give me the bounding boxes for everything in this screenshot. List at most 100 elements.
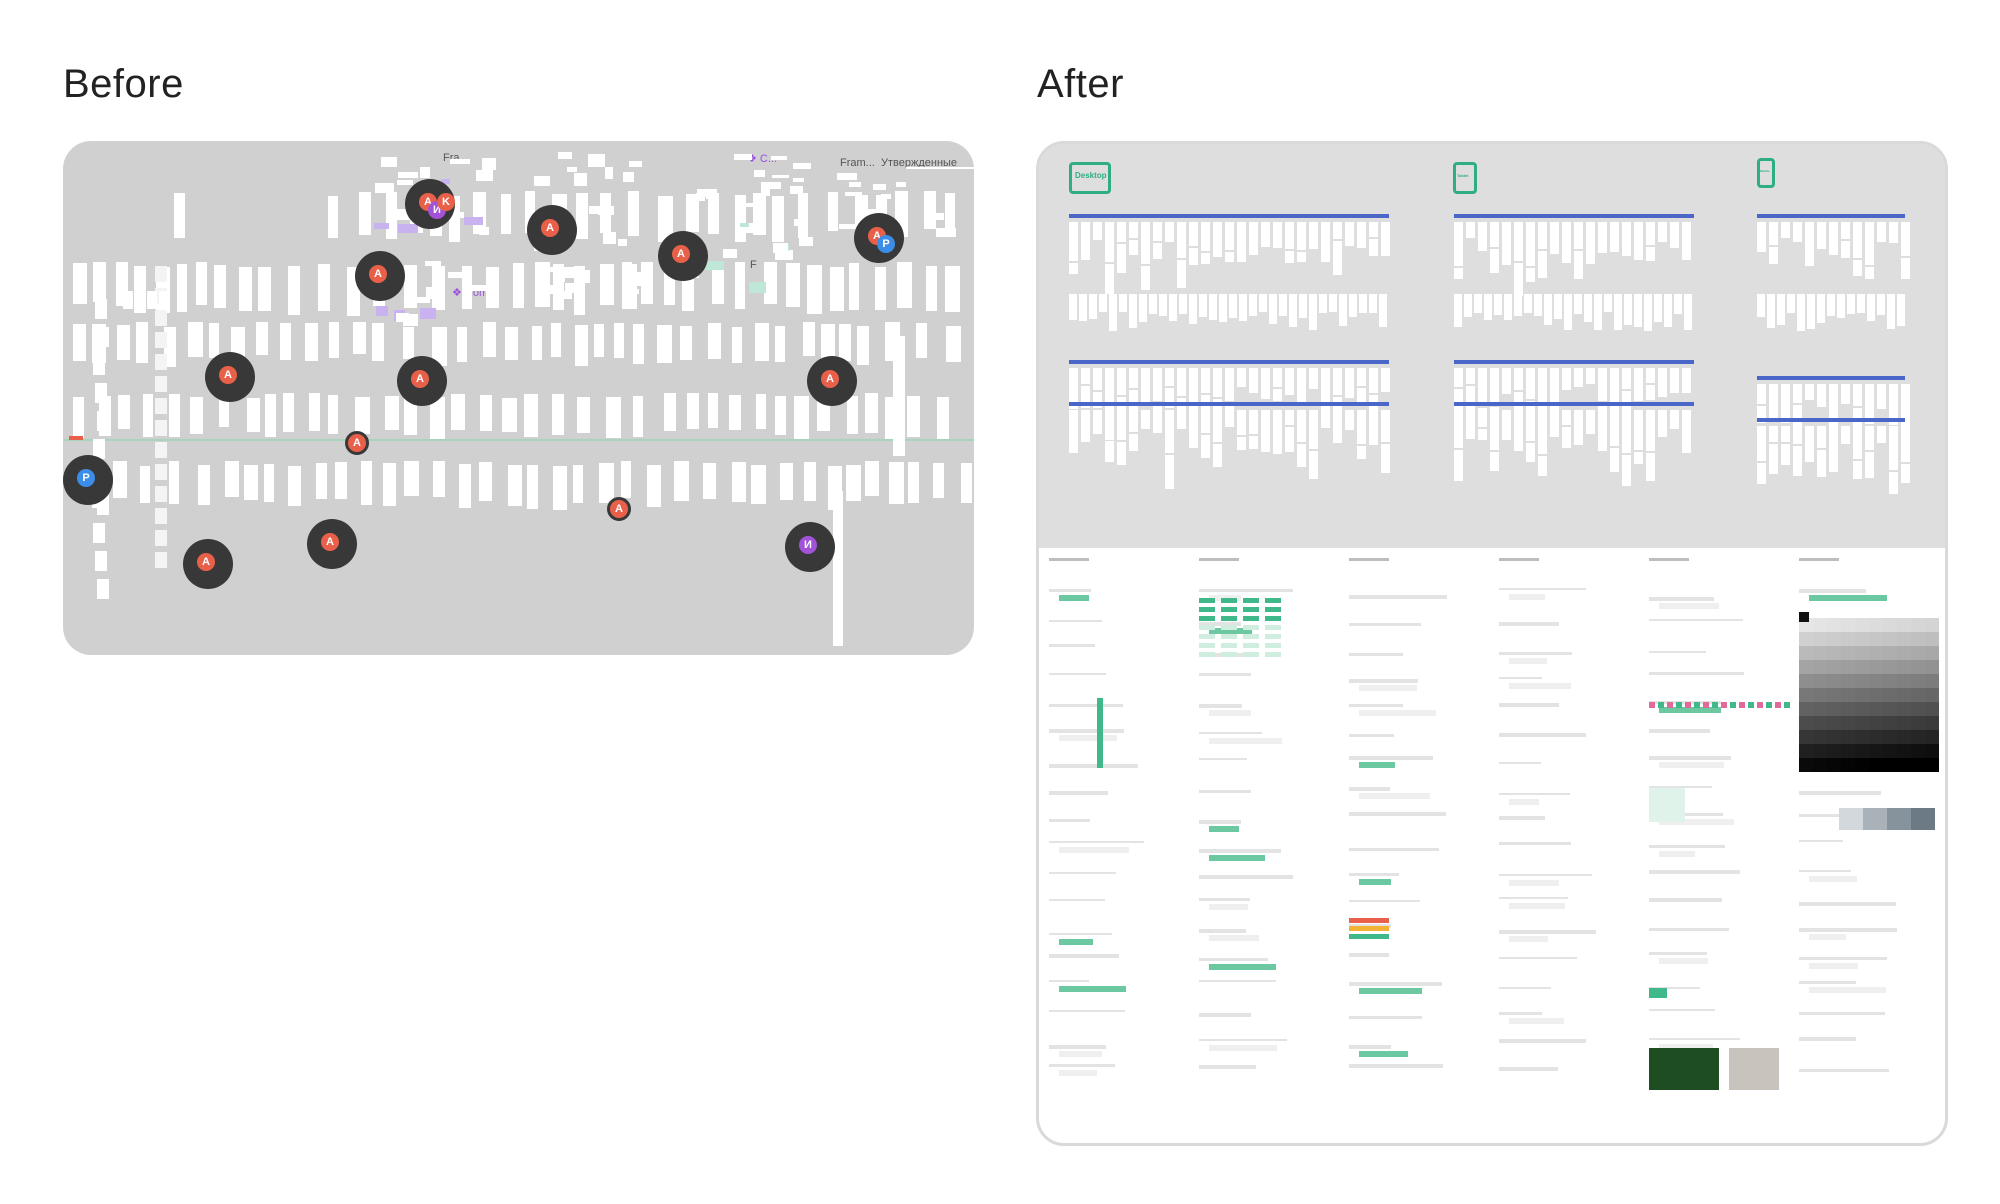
kit-button bbox=[1221, 598, 1237, 603]
frame-thumbnail bbox=[1853, 384, 1862, 406]
kit-row bbox=[1499, 793, 1570, 795]
frame-thumbnail bbox=[551, 323, 561, 357]
kit-row bbox=[1349, 900, 1420, 902]
frame-thumbnail bbox=[1239, 294, 1247, 321]
kit-row bbox=[1349, 953, 1389, 957]
frame-thumbnail bbox=[798, 193, 808, 238]
kit-row bbox=[1199, 849, 1281, 853]
frame-thumbnail bbox=[374, 183, 394, 194]
frame-thumbnail bbox=[419, 308, 437, 320]
frame-thumbnail bbox=[576, 193, 588, 239]
frame-thumbnail bbox=[1339, 294, 1347, 326]
frame-thumbnail bbox=[1309, 410, 1318, 449]
kit-row bbox=[1199, 758, 1247, 760]
kit-component bbox=[1209, 710, 1251, 716]
kit-radio bbox=[1739, 702, 1745, 708]
color-swatch bbox=[1855, 688, 1869, 702]
frame-thumbnail bbox=[794, 218, 804, 226]
frame-thumbnail bbox=[1321, 222, 1330, 262]
frame-thumbnail bbox=[703, 463, 716, 499]
color-swatch bbox=[1925, 618, 1939, 632]
frame-thumbnail bbox=[1093, 410, 1102, 434]
frame-thumbnail bbox=[1177, 368, 1186, 396]
after-canvas[interactable]: Desktop Tablet Mobile bbox=[1036, 141, 1948, 1146]
frame-thumbnail bbox=[1586, 368, 1595, 384]
color-swatch bbox=[1841, 632, 1855, 646]
kit-row bbox=[1799, 840, 1843, 842]
color-swatch bbox=[1869, 674, 1883, 688]
kit-component bbox=[1509, 658, 1547, 664]
frame-thumbnail bbox=[1349, 294, 1357, 317]
frame-thumbnail bbox=[937, 397, 949, 439]
frame-thumbnail bbox=[1321, 368, 1330, 402]
frame-thumbnail bbox=[1201, 222, 1210, 251]
frame-thumbnail bbox=[633, 396, 643, 437]
section-bar bbox=[1454, 214, 1694, 218]
cursor-badge: A bbox=[672, 245, 690, 263]
color-swatch bbox=[1855, 646, 1869, 660]
frame-thumbnail bbox=[1249, 410, 1258, 434]
frame-thumbnail bbox=[1099, 294, 1107, 312]
color-swatch bbox=[1869, 646, 1883, 660]
kit-row bbox=[1499, 622, 1559, 626]
frame-thumbnail bbox=[1454, 368, 1463, 387]
frame-thumbnail bbox=[1169, 294, 1177, 321]
color-swatch bbox=[1883, 674, 1897, 688]
kit-button bbox=[1221, 652, 1237, 657]
frame-thumbnail bbox=[1526, 268, 1535, 282]
frame-thumbnail bbox=[1269, 294, 1277, 324]
frame-thumbnail bbox=[1177, 410, 1186, 429]
frame-thumbnail bbox=[1369, 294, 1377, 313]
frame-thumbnail bbox=[1225, 252, 1234, 262]
color-swatch bbox=[1925, 744, 1939, 758]
frame-thumbnail bbox=[1757, 463, 1766, 484]
kit-row bbox=[1649, 898, 1722, 902]
frame-thumbnail bbox=[264, 464, 274, 502]
frame-thumbnail bbox=[1359, 294, 1367, 313]
frame-thumbnail bbox=[93, 355, 105, 375]
frame-thumbnail bbox=[1381, 410, 1390, 442]
frame-thumbnail bbox=[136, 322, 148, 363]
frame-thumbnail bbox=[1827, 294, 1835, 316]
frame-thumbnail bbox=[1901, 222, 1910, 256]
frame-thumbnail bbox=[372, 323, 384, 361]
frame-thumbnail bbox=[546, 266, 562, 273]
frame-thumbnail bbox=[933, 212, 944, 220]
kit-button bbox=[1265, 652, 1281, 657]
frame-thumbnail bbox=[794, 396, 809, 439]
kit-component bbox=[1509, 1018, 1564, 1024]
kit-component bbox=[1809, 876, 1857, 882]
frame-thumbnail bbox=[1309, 451, 1318, 479]
frame-thumbnail bbox=[481, 158, 497, 170]
frame-thumbnail bbox=[857, 326, 869, 365]
frame-thumbnail bbox=[1490, 368, 1499, 405]
kit-row bbox=[1199, 1065, 1256, 1069]
frame-thumbnail bbox=[599, 463, 614, 503]
kit-row bbox=[1199, 820, 1241, 824]
frame-thumbnail bbox=[557, 152, 573, 159]
color-swatch bbox=[1841, 618, 1855, 632]
frame-thumbnail bbox=[1853, 222, 1862, 258]
frame-thumbnail bbox=[283, 393, 294, 432]
frame-thumbnail bbox=[335, 462, 347, 499]
color-swatch bbox=[1799, 716, 1813, 730]
frame-thumbnail bbox=[1757, 426, 1766, 461]
color-swatch bbox=[1799, 688, 1813, 702]
kit-row bbox=[1799, 589, 1866, 593]
frame-thumbnail bbox=[1199, 294, 1207, 317]
frame-thumbnail bbox=[775, 396, 786, 435]
frame-thumbnail bbox=[1153, 222, 1162, 241]
frame-thumbnail bbox=[849, 263, 859, 310]
kit-row bbox=[1499, 957, 1577, 959]
frame-thumbnail bbox=[739, 222, 749, 227]
image-thumbnail bbox=[1729, 1048, 1779, 1090]
kit-alert bbox=[1349, 934, 1389, 939]
frame-thumbnail bbox=[1466, 368, 1475, 384]
kit-row bbox=[1499, 733, 1586, 737]
frame-thumbnail bbox=[1285, 222, 1294, 249]
kit-component bbox=[1059, 1070, 1097, 1076]
before-canvas[interactable]: Fra... Fram... Утвержденные ❖ C... ❖ Com… bbox=[63, 141, 974, 655]
frame-thumbnail bbox=[73, 324, 86, 361]
kit-row bbox=[1799, 870, 1851, 872]
frame-thumbnail bbox=[1598, 410, 1607, 451]
